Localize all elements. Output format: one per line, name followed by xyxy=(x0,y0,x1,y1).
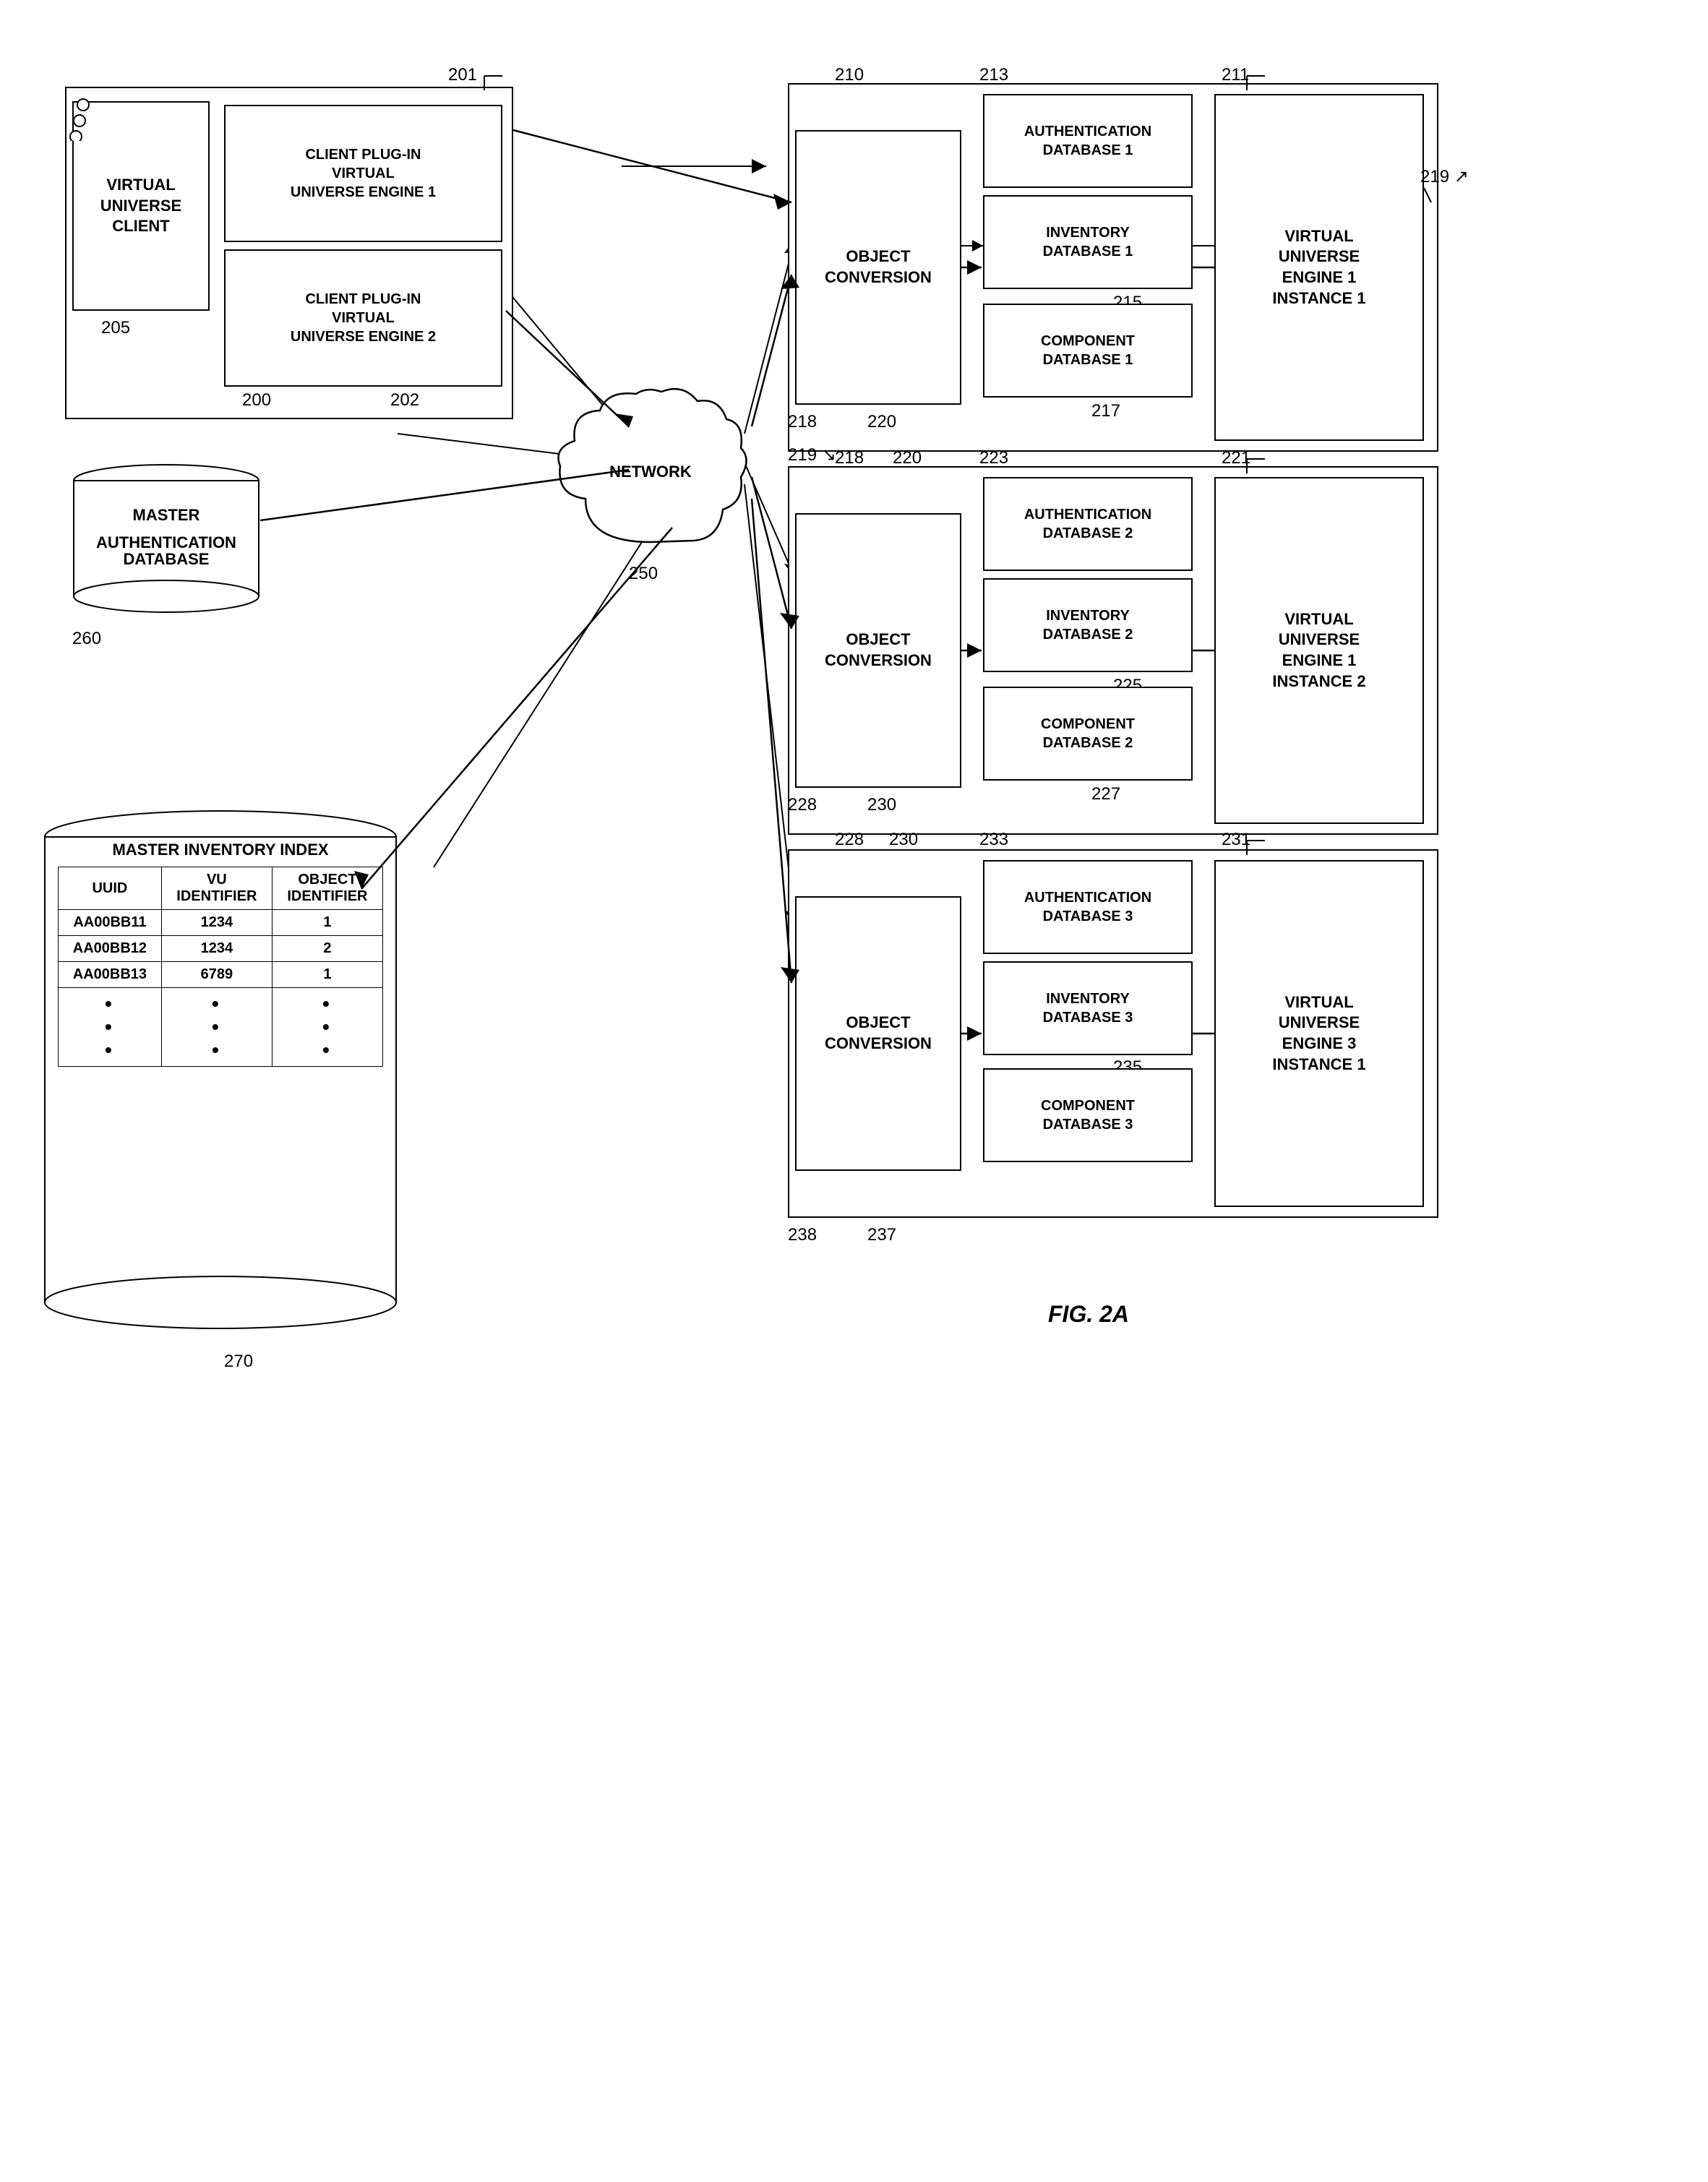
plugin2-label: CLIENT PLUG-INVIRTUALUNIVERSE ENGINE 2 xyxy=(291,290,436,346)
figure-label: FIG. 2A xyxy=(1048,1301,1129,1328)
comp-db1-box: COMPONENTDATABASE 1 xyxy=(983,304,1193,398)
vu-engine2-instance2-box: VIRTUALUNIVERSEENGINE 1INSTANCE 2 xyxy=(1214,477,1424,824)
comp-db1-label: COMPONENTDATABASE 1 xyxy=(1041,332,1135,369)
col-vu-id: VUIDENTIFIER xyxy=(161,867,272,910)
table-row: AA00BB12 1234 2 xyxy=(59,936,383,962)
ref-217: 217 xyxy=(1091,401,1120,421)
ref-230: 230 xyxy=(867,795,896,815)
master-inventory-table-container: MASTER INVENTORY INDEX UUID VUIDENTIFIER… xyxy=(58,835,383,1067)
svg-text:AUTHENTICATION: AUTHENTICATION xyxy=(96,533,236,551)
vu-engine3-instance1-box: VIRTUALUNIVERSEENGINE 3INSTANCE 1 xyxy=(1214,860,1424,1207)
plugin1-box: CLIENT PLUG-INVIRTUALUNIVERSE ENGINE 1 xyxy=(224,105,502,242)
svg-text:DATABASE: DATABASE xyxy=(124,550,210,568)
ref-237: 237 xyxy=(867,1225,896,1245)
inv-db3-label: INVENTORYDATABASE 3 xyxy=(1043,989,1133,1027)
vu-engine3-instance1-label: VIRTUALUNIVERSEENGINE 3INSTANCE 1 xyxy=(1272,992,1365,1075)
svg-text:MASTER: MASTER xyxy=(133,506,200,524)
vu-engine2-instance2-label: VIRTUALUNIVERSEENGINE 1INSTANCE 2 xyxy=(1272,609,1365,692)
comp-db2-box: COMPONENTDATABASE 2 xyxy=(983,687,1193,781)
network-cloud: NETWORK xyxy=(549,383,752,557)
auth-db3-label: AUTHENTICATIONDATABASE 3 xyxy=(1024,888,1151,926)
plugin2-box: CLIENT PLUG-INVIRTUALUNIVERSE ENGINE 2 xyxy=(224,249,502,387)
auth-db1-box: AUTHENTICATIONDATABASE 1 xyxy=(983,94,1193,188)
ref-228b: 228 xyxy=(835,830,864,850)
table-row-dots: ••• ••• ••• xyxy=(59,988,383,1067)
vu-engine1-instance1-label: VIRTUALUNIVERSEENGINE 1INSTANCE 1 xyxy=(1272,226,1365,309)
ref-205: 205 xyxy=(101,318,130,338)
inv-db1-label: INVENTORYDATABASE 1 xyxy=(1043,223,1133,261)
ref-220b: 220 xyxy=(893,448,922,468)
inv-db2-label: INVENTORYDATABASE 2 xyxy=(1043,606,1133,644)
inv-db3-box: INVENTORYDATABASE 3 xyxy=(983,961,1193,1055)
inv-db1-box: INVENTORYDATABASE 1 xyxy=(983,195,1193,289)
ref-218: 218 xyxy=(788,412,817,432)
ref-219: 219 ↗ xyxy=(1420,166,1469,187)
col-uuid: UUID xyxy=(59,867,162,910)
ref-227: 227 xyxy=(1091,784,1120,804)
comp-db3-box: COMPONENTDATABASE 3 xyxy=(983,1068,1193,1162)
inv-db2-box: INVENTORYDATABASE 2 xyxy=(983,578,1193,672)
master-inventory-table: UUID VUIDENTIFIER OBJECTIDENTIFIER AA00B… xyxy=(58,867,383,1067)
ref-223: 223 xyxy=(979,448,1008,468)
comp-db2-label: COMPONENTDATABASE 2 xyxy=(1041,715,1135,752)
ref-228: 228 xyxy=(788,795,817,815)
ref-270: 270 xyxy=(224,1352,253,1372)
ref-210b: 218 xyxy=(835,448,864,468)
ref-213: 213 xyxy=(979,65,1008,85)
ref-221: 221 xyxy=(1222,448,1250,468)
ref-238: 238 xyxy=(788,1225,817,1245)
col-obj-id: OBJECTIDENTIFIER xyxy=(272,867,382,910)
obj-conv1-label: OBJECTCONVERSION xyxy=(825,246,932,288)
obj-conv2-label: OBJECTCONVERSION xyxy=(825,630,932,671)
obj-conv2-box: OBJECTCONVERSION xyxy=(795,513,961,788)
master-auth-cylinder: MASTER AUTHENTICATION DATABASE xyxy=(72,463,260,622)
ref-211: 211 xyxy=(1222,65,1249,85)
comp-db3-label: COMPONENTDATABASE 3 xyxy=(1041,1096,1135,1134)
master-inventory-title: MASTER INVENTORY INDEX xyxy=(58,835,383,867)
auth-db3-box: AUTHENTICATIONDATABASE 3 xyxy=(983,860,1193,954)
svg-text:NETWORK: NETWORK xyxy=(609,463,692,481)
ref-201: 201 xyxy=(448,65,477,85)
auth-db1-label: AUTHENTICATIONDATABASE 1 xyxy=(1024,122,1151,160)
ref-202: 202 xyxy=(390,390,419,411)
obj-conv3-label: OBJECTCONVERSION xyxy=(825,1013,932,1054)
ref-250: 250 xyxy=(629,564,658,584)
obj-conv3-box: OBJECTCONVERSION xyxy=(795,896,961,1171)
plugin1-label: CLIENT PLUG-INVIRTUALUNIVERSE ENGINE 1 xyxy=(291,145,436,202)
decorative-circles xyxy=(69,90,112,141)
ref-220: 220 xyxy=(867,412,896,432)
ref-260: 260 xyxy=(72,629,101,649)
table-row: AA00BB11 1234 1 xyxy=(59,910,383,936)
auth-db2-label: AUTHENTICATIONDATABASE 2 xyxy=(1024,505,1151,543)
auth-db2-box: AUTHENTICATIONDATABASE 2 xyxy=(983,477,1193,571)
vu-engine1-instance1-box: VIRTUALUNIVERSEENGINE 1INSTANCE 1 xyxy=(1214,94,1424,441)
table-row: AA00BB13 6789 1 xyxy=(59,962,383,988)
ref-233: 233 xyxy=(979,830,1008,850)
ref-231: 231 xyxy=(1222,830,1250,850)
obj-conv1-box: OBJECTCONVERSION xyxy=(795,130,961,405)
ref-230b: 230 xyxy=(889,830,918,850)
client-label: VIRTUAL UNIVERSE CLIENT xyxy=(74,175,208,237)
ref-200: 200 xyxy=(242,390,271,411)
ref-219-label: 219 ↘ xyxy=(788,444,836,465)
ref-210: 210 xyxy=(835,65,864,85)
